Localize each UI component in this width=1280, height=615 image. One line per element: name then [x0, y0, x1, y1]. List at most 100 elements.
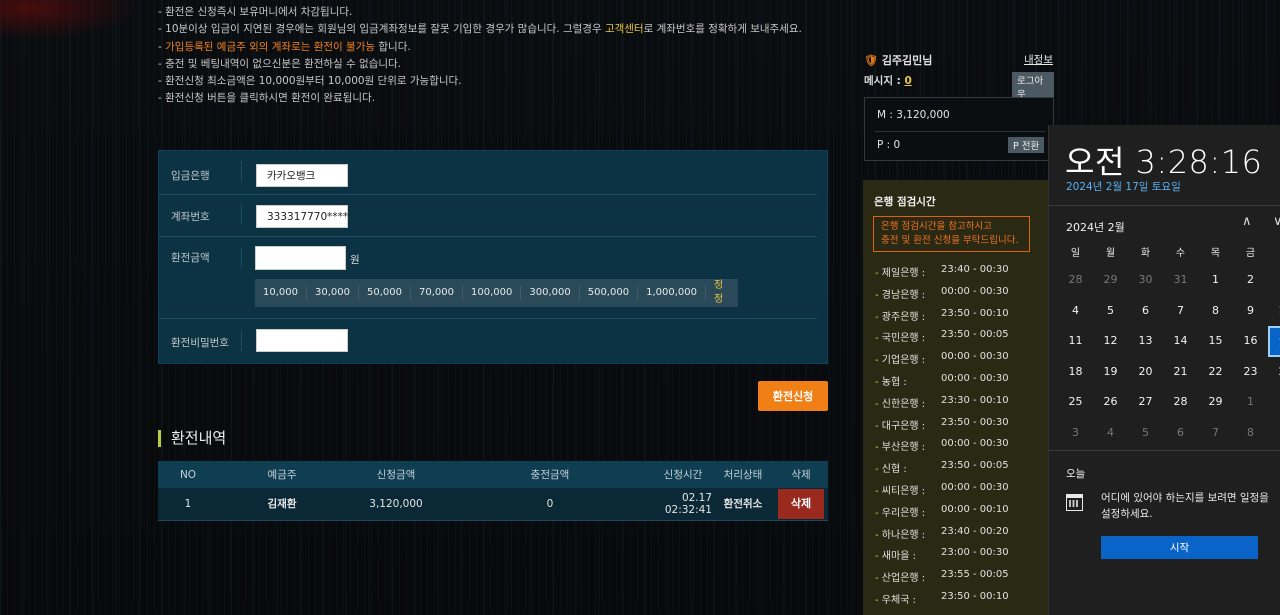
calendar-day[interactable]: 9 — [1268, 418, 1280, 449]
calendar-day[interactable]: 29 — [1093, 265, 1128, 296]
calendar-day[interactable]: 30 — [1128, 265, 1163, 296]
start-button[interactable]: 시작 — [1101, 536, 1258, 559]
amount-input[interactable] — [255, 246, 346, 270]
calendar-day[interactable]: 19 — [1093, 357, 1128, 388]
calendar-day[interactable]: 27 — [1128, 387, 1163, 418]
user-name-text: 김주김민님 — [881, 54, 933, 67]
amount-button[interactable]: 300,000 — [521, 286, 580, 300]
calendar-day[interactable]: 7 — [1163, 296, 1198, 327]
calendar-day[interactable]: 6 — [1128, 296, 1163, 327]
amount-button[interactable]: 1,000,000 — [638, 286, 706, 300]
divider — [1049, 205, 1280, 206]
bank-name: 경남은행 : — [875, 286, 941, 308]
password-input[interactable] — [256, 329, 348, 352]
calendar-day[interactable]: 1 — [1198, 265, 1233, 296]
calendar-day[interactable]: 4 — [1093, 418, 1128, 449]
my-info-link[interactable]: 내정보 — [1024, 52, 1053, 67]
calendar-day[interactable]: 25 — [1058, 387, 1093, 418]
calendar-day[interactable]: 2 — [1268, 387, 1280, 418]
calendar-month[interactable]: 2024년 2월 — [1066, 219, 1125, 235]
chevron-up-icon[interactable]: ∧ — [1242, 214, 1252, 229]
notice-item: 가입등록된 예금주 외의 계좌로는 환전이 불가능 합니다. — [158, 39, 802, 56]
calendar-day[interactable]: 5 — [1093, 296, 1128, 327]
calendar-day[interactable]: 23 — [1233, 357, 1268, 388]
amount-button[interactable]: 500,000 — [580, 286, 639, 300]
amount-button[interactable]: 50,000 — [359, 286, 411, 300]
notice-text: 로 계좌번호를 정확하게 보내주세요. — [643, 23, 802, 36]
divider — [241, 331, 242, 351]
calendar-day[interactable]: 6 — [1163, 418, 1198, 449]
calendar-day[interactable]: 26 — [1093, 387, 1128, 418]
calendar-day[interactable]: 2 — [1233, 265, 1268, 296]
calendar-day[interactable]: 3 — [1268, 265, 1280, 296]
history-table: NO 예금주 신청금액 충전금액 신청시간 처리상태 삭제 1 김재환 3,12… — [158, 461, 828, 521]
bank-time: 00:00 - 00:30 — [941, 438, 1009, 450]
bank-item: 씨티은행 :00:00 - 00:30 — [875, 482, 1009, 504]
calendar-day[interactable]: 21 — [1163, 357, 1198, 388]
calendar-day[interactable]: 29 — [1198, 387, 1233, 418]
bank-item: 농협 :00:00 - 00:30 — [875, 373, 1009, 395]
calendar-day[interactable]: 3 — [1058, 418, 1093, 449]
divider — [241, 205, 242, 225]
notice-line: 충전 및 환전 신청을 부탁드립니다. — [881, 235, 1019, 246]
calendar-day[interactable]: 13 — [1128, 326, 1163, 357]
point-convert-button[interactable]: P 전환 — [1008, 137, 1045, 153]
calendar-icon — [1066, 494, 1083, 511]
delete-button[interactable]: 삭제 — [778, 488, 824, 519]
calendar-day[interactable]: 14 — [1163, 326, 1198, 357]
user-badge-icon: 🛡︎ — [864, 54, 878, 67]
bank-item: 광주은행 :23:50 - 00:10 — [875, 308, 1009, 330]
calendar-day[interactable]: 8 — [1198, 296, 1233, 327]
calendar-day[interactable]: 31 — [1163, 265, 1198, 296]
clock-date[interactable]: 2024년 2월 17일 토요일 — [1066, 179, 1181, 194]
calendar-day[interactable]: 12 — [1093, 326, 1128, 357]
background-glow — [0, 0, 140, 40]
bank-item: 신한은행 :23:30 - 00:10 — [875, 395, 1009, 417]
bank-maintenance-notice: 은행 점검시간을 참고하시고 충전 및 환전 신청을 부탁드립니다. — [873, 216, 1030, 252]
calendar-day[interactable]: 18 — [1058, 357, 1093, 388]
bank-name: 국민은행 : — [875, 329, 941, 351]
bank-name: 하나은행 : — [875, 526, 941, 548]
calendar-week: 3456789 — [1058, 418, 1280, 449]
calendar-day[interactable]: 7 — [1198, 418, 1233, 449]
calendar-day[interactable]: 11 — [1058, 326, 1093, 357]
message-count[interactable]: 메시지 : 0 — [864, 73, 912, 88]
calendar-day[interactable]: 16 — [1233, 326, 1268, 357]
calendar-day[interactable]: 8 — [1233, 418, 1268, 449]
calendar-day[interactable]: 4 — [1058, 296, 1093, 327]
calendar-day[interactable]: 22 — [1198, 357, 1233, 388]
calendar-day[interactable]: 24 — [1268, 357, 1280, 388]
calendar-day[interactable]: 5 — [1128, 418, 1163, 449]
calendar-weeks: 2829303112345678910111213141516171819202… — [1058, 265, 1280, 449]
table-header-row: NO 예금주 신청금액 충전금액 신청시간 처리상태 삭제 — [158, 461, 828, 488]
account-row: 계좌번호 333317770**** — [159, 195, 817, 237]
calendar-day[interactable]: 15 — [1198, 326, 1233, 357]
message-count-value[interactable]: 0 — [905, 75, 912, 87]
calendar-day[interactable]: 28 — [1058, 265, 1093, 296]
apply-withdraw-button[interactable]: 환전신청 — [758, 381, 828, 411]
bank-time: 00:00 - 00:30 — [941, 285, 1009, 297]
notice-text: 10분이상 입금이 지연된 경우에는 회원님의 입금계좌정보를 잘못 기입한 경… — [165, 23, 605, 36]
calendar-day[interactable]: 9 — [1233, 296, 1268, 327]
amount-button[interactable]: 100,000 — [463, 286, 522, 300]
calendar-day[interactable]: 17 — [1268, 326, 1280, 357]
calendar-week: 18192021222324 — [1058, 357, 1280, 388]
weekday-label: 일 — [1070, 248, 1081, 259]
point-balance: P : 0 — [877, 139, 901, 151]
reset-button[interactable]: 정정 — [706, 279, 738, 307]
chevron-down-icon[interactable]: ∨ — [1273, 214, 1280, 229]
bank-item: 국민은행 :23:50 - 00:05 — [875, 329, 1009, 351]
money-balance: M : 3,120,000 — [877, 109, 950, 121]
calendar-day[interactable]: 20 — [1128, 357, 1163, 388]
calendar-day[interactable]: 10 — [1268, 296, 1280, 327]
calendar-day[interactable]: 1 — [1233, 387, 1268, 418]
column-header: 충전금액 — [446, 461, 654, 488]
customer-center-link[interactable]: 고객센터 — [605, 23, 644, 35]
calendar-week: 11121314151617 — [1058, 326, 1280, 357]
amount-button[interactable]: 70,000 — [411, 286, 463, 300]
notice-item: 환전신청 최소금액은 10,000원부터 10,000원 단위로 가능합니다. — [158, 73, 802, 90]
bank-item: 기업은행 :00:00 - 00:30 — [875, 351, 1009, 373]
amount-button[interactable]: 30,000 — [307, 286, 359, 300]
amount-button[interactable]: 10,000 — [255, 286, 307, 300]
calendar-day[interactable]: 28 — [1163, 387, 1198, 418]
